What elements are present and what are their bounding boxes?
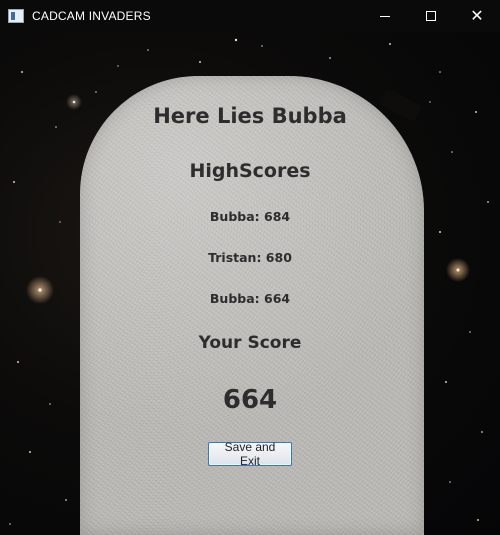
window-title-bar[interactable]: CADCAM INVADERS ✕ [0, 0, 500, 32]
your-score-value: 664 [222, 385, 278, 415]
window-title: CADCAM INVADERS [32, 9, 151, 23]
highscore-entry: Bubba: 684 [209, 209, 291, 224]
app-icon [8, 9, 24, 23]
window-controls: ✕ [362, 0, 500, 32]
maximize-button[interactable] [408, 0, 454, 32]
your-score-heading: Your Score [198, 333, 302, 353]
minimize-icon [380, 15, 390, 17]
highscore-entry: Tristan: 680 [208, 250, 292, 265]
close-icon: ✕ [470, 6, 484, 25]
epitaph-title: Here Lies Bubba [153, 104, 347, 128]
highscores-heading: HighScores [189, 160, 311, 182]
minimize-button[interactable] [362, 0, 408, 32]
highscore-entry: Bubba: 664 [209, 291, 291, 306]
close-button[interactable]: ✕ [454, 0, 500, 32]
save-and-exit-button[interactable]: Save and Exit [208, 440, 292, 468]
maximize-icon [426, 11, 436, 21]
